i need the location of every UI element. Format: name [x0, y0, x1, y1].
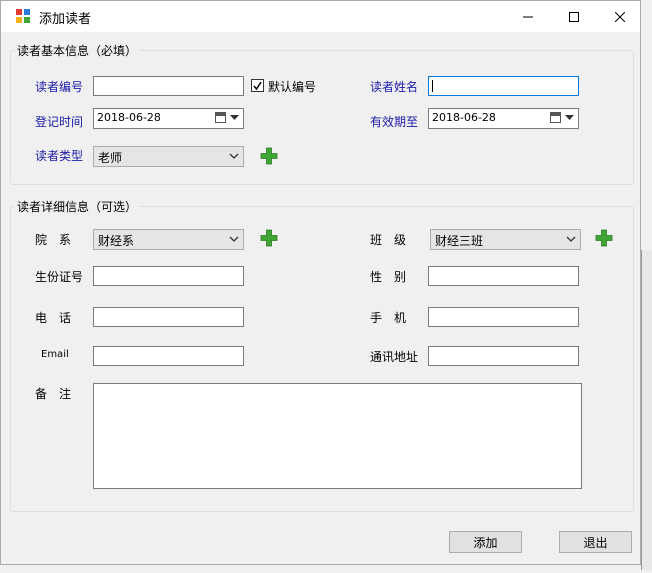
dept-value: 财经系 — [98, 234, 135, 248]
reader-name-label: 读者姓名 — [370, 80, 419, 94]
reg-time-datepicker[interactable]: 2018-06-28 — [93, 108, 244, 129]
close-icon — [615, 11, 625, 22]
title-bar: 添加读者 — [1, 1, 640, 32]
minimize-button[interactable] — [505, 1, 551, 32]
add-button[interactable]: 添加 — [449, 531, 522, 553]
reader-type-select[interactable]: 老师 — [93, 146, 244, 167]
reader-no-label: 读者编号 — [35, 80, 84, 94]
id-number-input[interactable] — [93, 266, 244, 286]
phone-input[interactable] — [93, 307, 244, 327]
reg-time-label: 登记时间 — [35, 115, 84, 129]
email-label: Email — [41, 349, 69, 360]
maximize-button[interactable] — [551, 1, 597, 32]
window-title: 添加读者 — [39, 12, 92, 27]
expiry-datepicker[interactable]: 2018-06-28 — [428, 108, 579, 129]
basic-info-legend: 读者基本信息（必填） — [15, 42, 140, 59]
expiry-label: 有效期至 — [370, 115, 419, 129]
maximize-icon — [569, 11, 579, 22]
default-no-checkbox[interactable] — [251, 79, 264, 92]
reader-no-input[interactable] — [93, 76, 244, 96]
add-reader-type-plus-icon[interactable] — [260, 147, 278, 165]
calendar-icon — [550, 112, 561, 123]
email-input[interactable] — [93, 346, 244, 366]
chevron-down-icon — [566, 236, 576, 242]
mobile-input[interactable] — [428, 307, 579, 327]
gender-input[interactable] — [428, 266, 579, 286]
reader-name-input[interactable] — [428, 76, 579, 96]
text-caret — [432, 80, 433, 92]
checkmark-icon — [253, 81, 262, 91]
default-no-label: 默认编号 — [268, 80, 317, 94]
address-input[interactable] — [428, 346, 579, 366]
chevron-down-icon — [229, 153, 239, 159]
reader-type-value: 老师 — [98, 151, 123, 165]
background-app — [641, 250, 652, 570]
chevron-down-icon — [229, 236, 239, 242]
add-dept-plus-icon[interactable] — [260, 229, 278, 247]
remark-label: 备 注 — [35, 387, 72, 401]
mobile-label: 手 机 — [370, 311, 407, 325]
class-value: 财经三班 — [435, 234, 484, 248]
address-label: 通讯地址 — [370, 350, 419, 364]
remark-textarea[interactable] — [93, 383, 582, 489]
gender-label: 性 别 — [370, 270, 407, 284]
chevron-down-icon — [565, 115, 574, 120]
detail-info-legend: 读者详细信息（可选） — [15, 198, 140, 215]
calendar-icon — [215, 112, 226, 123]
class-select[interactable]: 财经三班 — [430, 229, 581, 250]
add-class-plus-icon[interactable] — [595, 229, 613, 247]
exit-button[interactable]: 退出 — [559, 531, 632, 553]
chevron-down-icon — [230, 115, 239, 120]
phone-label: 电 话 — [35, 311, 72, 325]
app-icon — [16, 9, 30, 23]
add-reader-dialog: 添加读者 读者基本信息（必填） 读者编号 默认编号 读者姓名 登记时间 2018… — [0, 0, 641, 565]
dept-label: 院 系 — [35, 233, 72, 247]
close-button[interactable] — [597, 1, 643, 32]
id-number-label: 生份证号 — [35, 270, 84, 284]
dept-select[interactable]: 财经系 — [93, 229, 244, 250]
reg-time-value: 2018-06-28 — [97, 111, 161, 124]
reader-type-label: 读者类型 — [35, 149, 84, 163]
expiry-value: 2018-06-28 — [432, 111, 496, 124]
minimize-icon — [523, 16, 533, 17]
class-label: 班 级 — [370, 233, 407, 247]
